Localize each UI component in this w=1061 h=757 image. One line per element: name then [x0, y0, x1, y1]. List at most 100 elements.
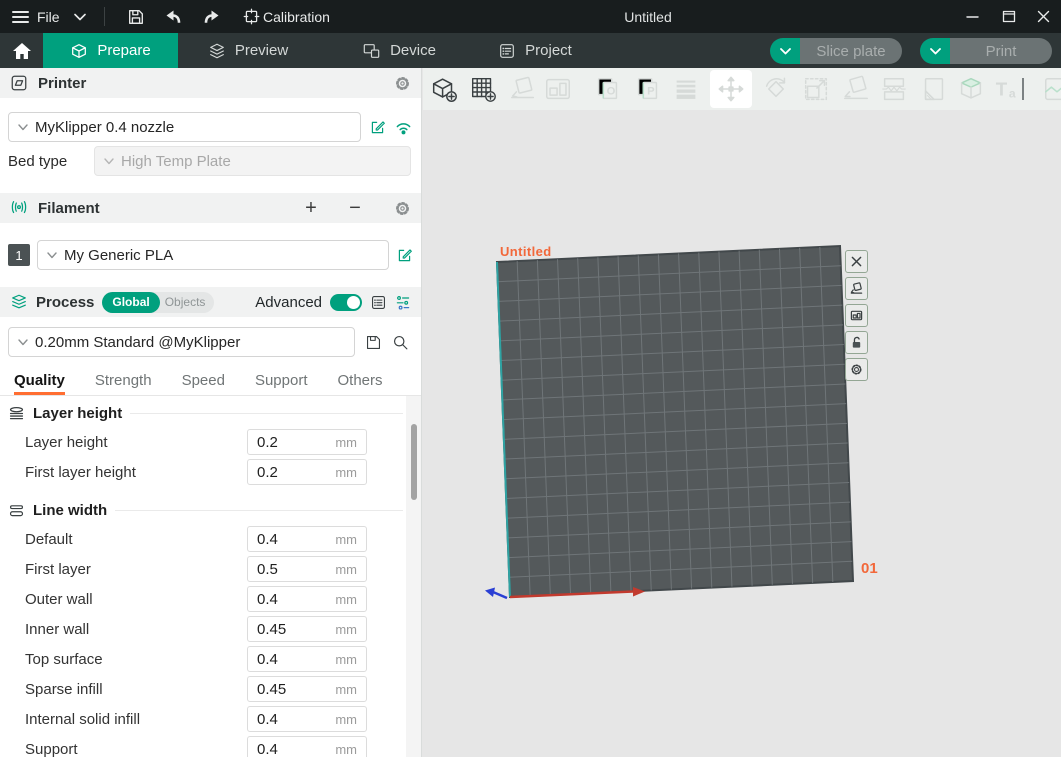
- param-label: Inner wall: [25, 621, 89, 638]
- tab-project[interactable]: Project: [480, 33, 590, 68]
- parameter-tab-bar: Quality Strength Speed Support Others: [0, 367, 421, 396]
- slice-plate-button[interactable]: Slice plate: [770, 38, 902, 64]
- print-label: Print: [950, 38, 1052, 64]
- first-layer-height-input[interactable]: 0.2 mm: [247, 459, 367, 485]
- line-width-outer-wall-input[interactable]: 0.4mm: [247, 586, 367, 612]
- process-preset-value: 0.20mm Standard @MyKlipper: [35, 334, 240, 351]
- chevron-down-icon: [104, 158, 114, 165]
- param-label: Internal solid infill: [25, 711, 140, 728]
- z-axis-line: [493, 592, 507, 598]
- minimize-button[interactable]: [955, 0, 989, 33]
- bed-type-dropdown[interactable]: High Temp Plate: [94, 146, 411, 176]
- printer-preset-value: MyKlipper 0.4 nozzle: [35, 119, 174, 136]
- save-icon[interactable]: [127, 0, 145, 33]
- filament-settings-gear-icon[interactable]: [394, 200, 411, 217]
- scope-global[interactable]: Global: [102, 292, 159, 313]
- hamburger-icon[interactable]: [12, 0, 29, 33]
- filament-preset-dropdown[interactable]: My Generic PLA: [37, 240, 389, 270]
- printer-preset-dropdown[interactable]: MyKlipper 0.4 nozzle: [8, 112, 361, 142]
- arrange-plate-button[interactable]: [845, 304, 868, 327]
- home-tab[interactable]: [0, 33, 43, 68]
- wifi-connection-icon[interactable]: [394, 119, 413, 135]
- tab-prepare[interactable]: Prepare: [43, 33, 178, 68]
- line-width-top-surface-input[interactable]: 0.4mm: [247, 646, 367, 672]
- save-preset-icon[interactable]: [365, 334, 382, 351]
- line-width-default-input[interactable]: 0.4mm: [247, 526, 367, 552]
- delete-plate-button[interactable]: [845, 250, 868, 273]
- line-width-title: Line width: [33, 502, 107, 519]
- parameter-table-icon[interactable]: [370, 294, 387, 311]
- undo-icon[interactable]: [164, 0, 182, 33]
- plate-settings-button[interactable]: [845, 358, 868, 381]
- param-row: First layer 0.5mm: [0, 554, 421, 584]
- advanced-toggle[interactable]: [330, 294, 362, 311]
- sidebar-scrollbar[interactable]: [406, 396, 421, 757]
- tab-support[interactable]: Support: [255, 372, 308, 395]
- printer-section-header: Printer: [0, 68, 421, 98]
- line-width-internal-solid-infill-input[interactable]: 0.4mm: [247, 706, 367, 732]
- line-width-support-input[interactable]: 0.4mm: [247, 736, 367, 757]
- tab-preview[interactable]: Preview: [190, 33, 306, 68]
- edit-filament-icon[interactable]: [396, 247, 413, 264]
- calibration-icon[interactable]: [243, 0, 260, 33]
- build-plate[interactable]: [423, 68, 1061, 757]
- print-dropdown-chevron-icon[interactable]: [920, 38, 950, 64]
- param-value: 0.2: [257, 464, 278, 481]
- line-width-sparse-infill-input[interactable]: 0.45mm: [247, 676, 367, 702]
- menu-chevron-down-icon[interactable]: [74, 0, 86, 33]
- param-row: Layer height 0.2 mm: [0, 427, 421, 457]
- slice-dropdown-chevron-icon[interactable]: [770, 38, 800, 64]
- param-label: First layer: [25, 561, 91, 578]
- process-preset-dropdown[interactable]: 0.20mm Standard @MyKlipper: [8, 327, 355, 357]
- viewport-3d[interactable]: O P: [423, 68, 1061, 757]
- param-row: Support 0.4mm: [0, 734, 421, 757]
- process-icon: [10, 293, 28, 311]
- param-row: Internal solid infill 0.4mm: [0, 704, 421, 734]
- tab-device[interactable]: Device: [344, 33, 454, 68]
- param-label: Top surface: [25, 651, 103, 668]
- sidebar: Printer MyKlipper 0.4 nozzle Bed type Hi…: [0, 68, 422, 757]
- plate-name-label[interactable]: Untitled: [500, 244, 552, 259]
- window-title: Untitled: [588, 0, 708, 33]
- tab-speed[interactable]: Speed: [182, 372, 225, 395]
- tab-quality[interactable]: Quality: [14, 372, 65, 395]
- tab-strength[interactable]: Strength: [95, 372, 152, 395]
- edit-printer-icon[interactable]: [369, 119, 386, 136]
- z-axis-arrow: [485, 588, 495, 598]
- file-menu[interactable]: File: [37, 0, 60, 33]
- maximize-button[interactable]: [992, 0, 1026, 33]
- param-row: First layer height 0.2 mm: [0, 457, 421, 487]
- parameter-panel: Layer height Layer height 0.2 mm First l…: [0, 396, 421, 757]
- lock-plate-button[interactable]: [845, 331, 868, 354]
- param-row: Outer wall 0.4mm: [0, 584, 421, 614]
- layer-height-input[interactable]: 0.2 mm: [247, 429, 367, 455]
- print-button[interactable]: Print: [920, 38, 1052, 64]
- preview-layers-icon: [208, 42, 226, 60]
- line-width-first-layer-input[interactable]: 0.5mm: [247, 556, 367, 582]
- compare-presets-icon[interactable]: [395, 294, 411, 310]
- filament-slot-badge: 1: [8, 244, 30, 266]
- scrollbar-thumb[interactable]: [411, 424, 417, 500]
- line-width-inner-wall-input[interactable]: 0.45mm: [247, 616, 367, 642]
- process-section-header: Process Global Objects Advanced: [0, 287, 421, 317]
- calibration-menu[interactable]: Calibration: [263, 0, 330, 33]
- param-row: Sparse infill 0.45mm: [0, 674, 421, 704]
- tab-others[interactable]: Others: [338, 372, 383, 395]
- search-preset-icon[interactable]: [392, 334, 409, 351]
- close-button[interactable]: [1026, 0, 1060, 33]
- project-list-icon: [498, 42, 516, 60]
- scope-objects[interactable]: Objects: [160, 295, 215, 309]
- line-width-icon: [8, 503, 25, 518]
- remove-filament-button[interactable]: −: [344, 198, 366, 218]
- printer-settings-gear-icon[interactable]: [394, 75, 411, 92]
- tab-preview-label: Preview: [235, 42, 288, 59]
- orient-plate-button[interactable]: [845, 277, 868, 300]
- layer-height-section: Layer height: [8, 401, 413, 425]
- process-section-title: Process: [36, 294, 94, 311]
- param-label: First layer height: [25, 464, 136, 481]
- line-width-section: Line width: [8, 498, 413, 522]
- add-filament-button[interactable]: +: [300, 198, 322, 218]
- main-tab-bar: Prepare Preview Device Project Slice pla…: [0, 33, 1061, 68]
- process-scope-toggle[interactable]: Global Objects: [102, 292, 214, 313]
- redo-icon[interactable]: [203, 0, 221, 33]
